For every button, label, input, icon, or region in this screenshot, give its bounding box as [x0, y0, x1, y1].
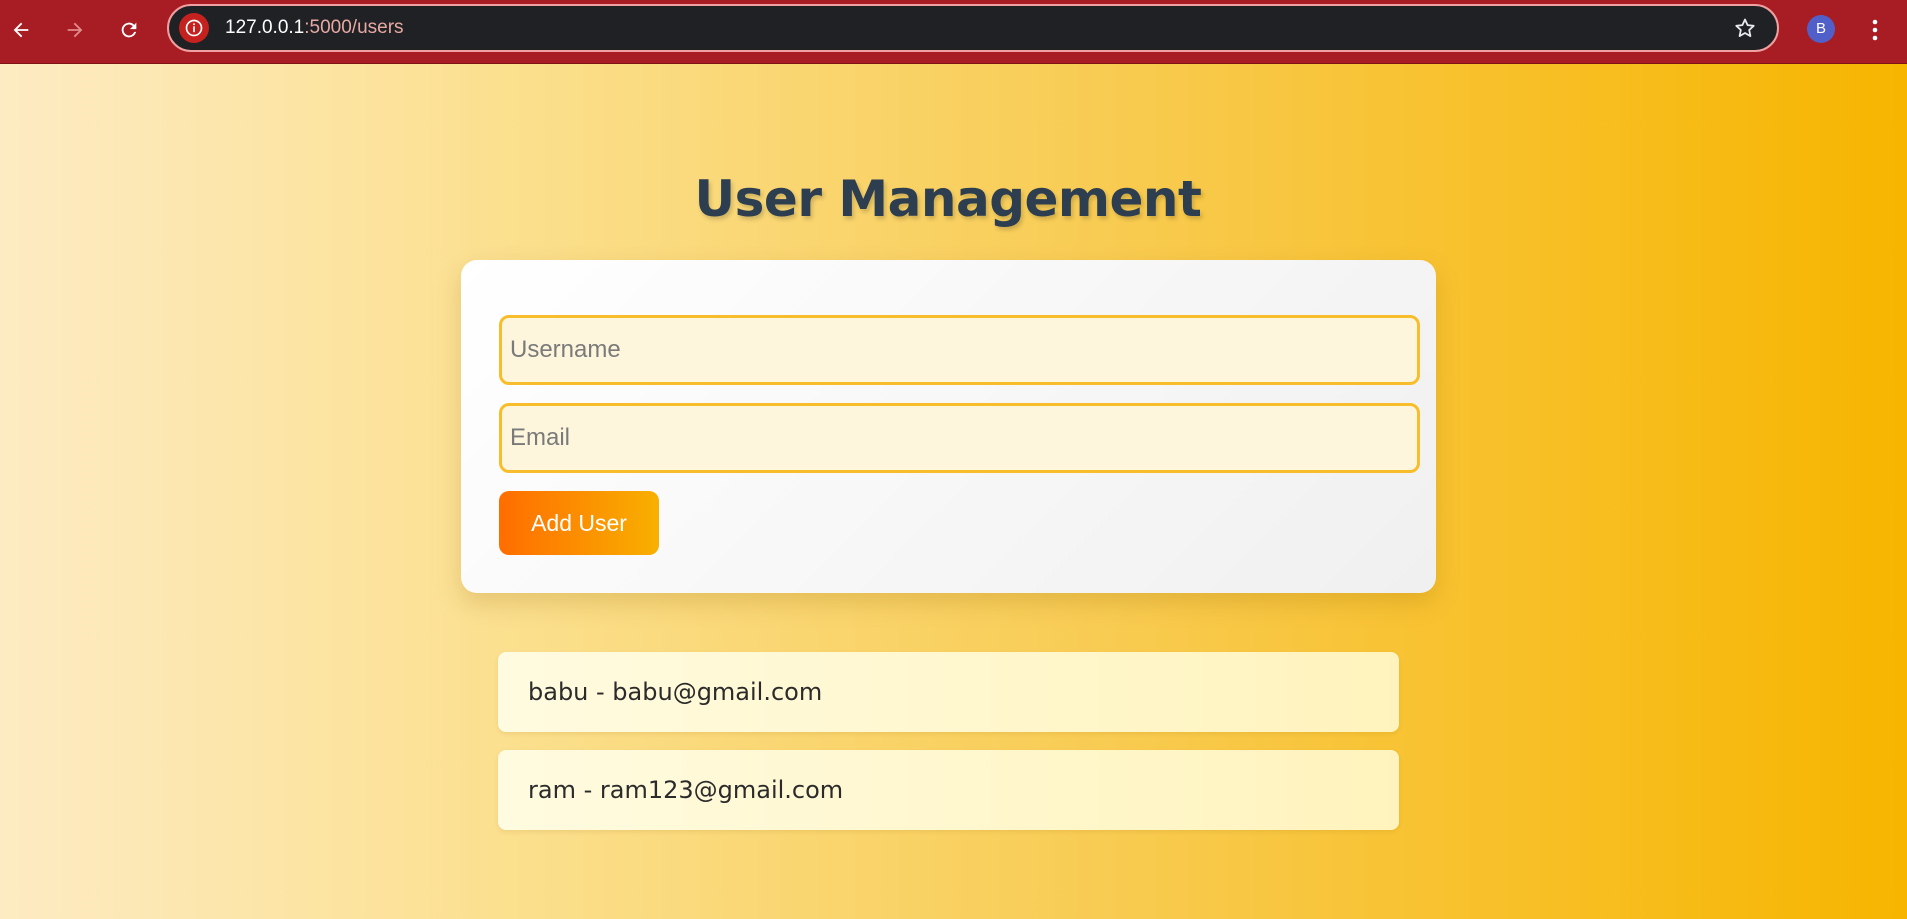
page-title: User Management — [694, 170, 1202, 228]
reload-icon — [121, 22, 137, 38]
browser-toolbar: 127.0.0.1:5000/users B — [0, 0, 1907, 64]
reload-button[interactable] — [111, 12, 147, 48]
url-path: :5000/users — [304, 17, 404, 38]
info-icon — [185, 19, 203, 37]
email-input[interactable] — [499, 403, 1420, 473]
site-info-button[interactable] — [179, 13, 209, 43]
add-user-form: Add User — [461, 260, 1436, 593]
user-list-item: ram - ram123@gmail.com — [498, 750, 1399, 830]
username-input[interactable] — [499, 315, 1420, 385]
arrow-right-icon — [67, 22, 83, 38]
star-icon[interactable] — [1733, 16, 1757, 40]
page-viewport: User Management Add User babu - babu@gma… — [0, 64, 1907, 919]
browser-menu-button[interactable] — [1863, 12, 1887, 48]
arrow-left-icon — [13, 22, 29, 38]
address-bar[interactable]: 127.0.0.1:5000/users — [167, 4, 1779, 52]
user-list-item: babu - babu@gmail.com — [498, 652, 1399, 732]
add-user-button[interactable]: Add User — [499, 491, 659, 555]
url-text[interactable]: 127.0.0.1:5000/users — [225, 6, 404, 50]
back-button[interactable] — [3, 12, 39, 48]
profile-avatar[interactable]: B — [1807, 15, 1835, 43]
more-vert-icon — [1872, 19, 1878, 41]
url-host: 127.0.0.1 — [225, 17, 305, 38]
forward-button[interactable] — [57, 12, 93, 48]
user-list: babu - babu@gmail.com ram - ram123@gmail… — [498, 652, 1399, 848]
